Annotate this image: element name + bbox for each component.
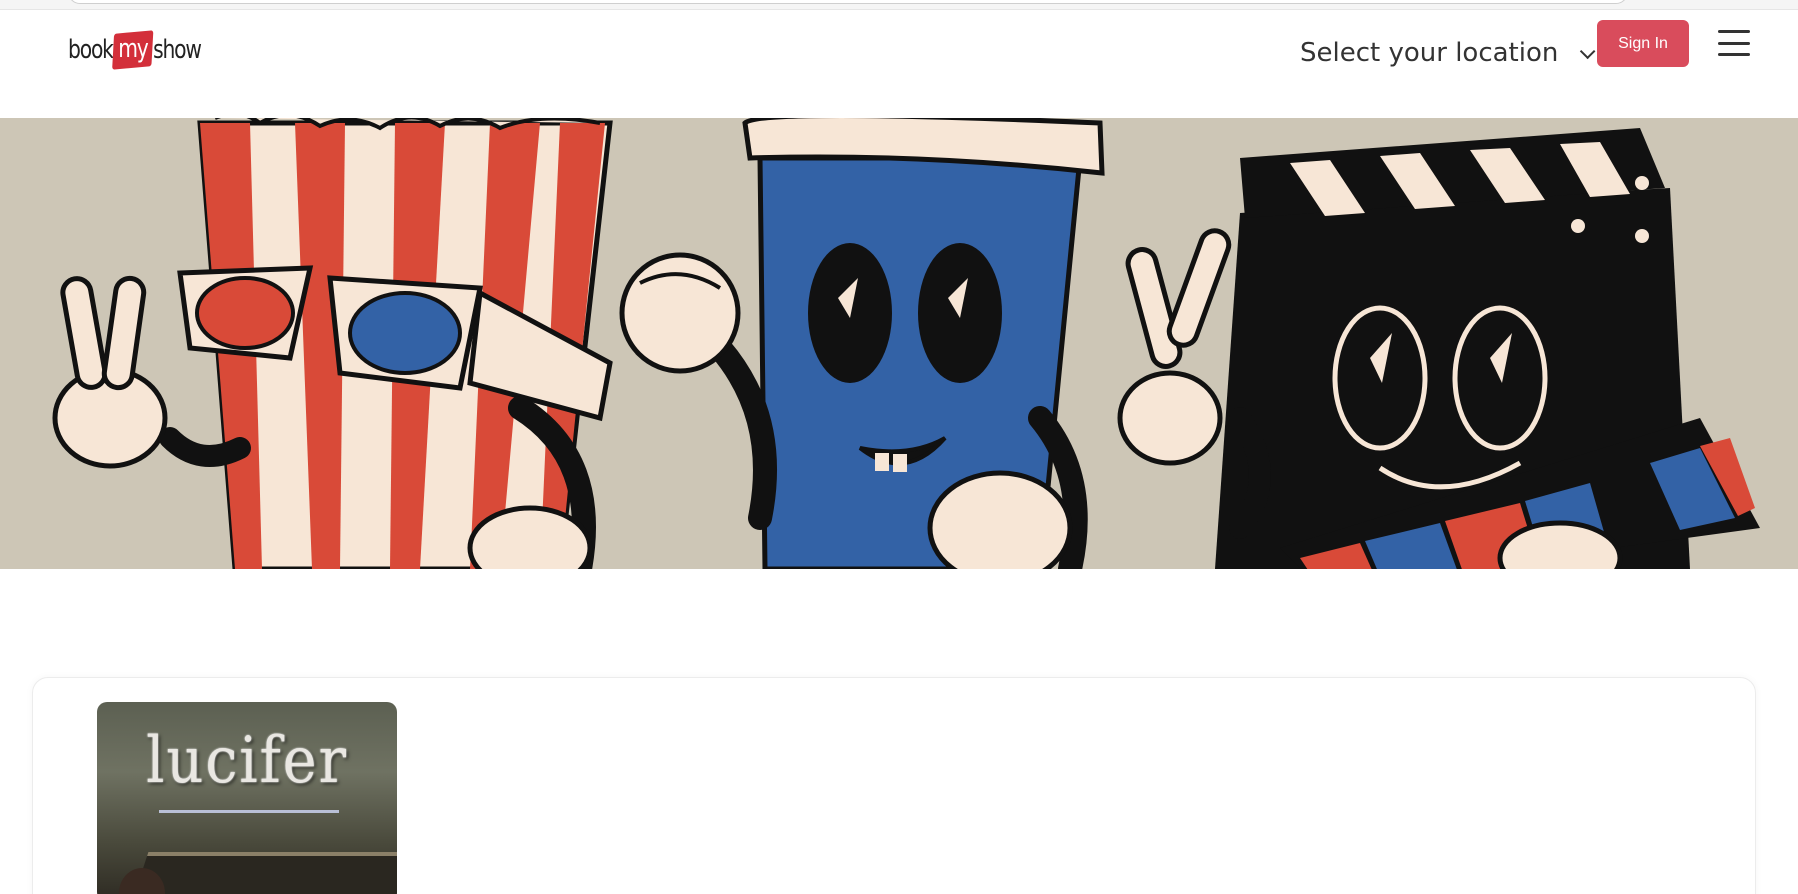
poster-title: lucifer: [146, 724, 348, 798]
poster-title-underline: [159, 810, 339, 813]
browser-top-strip: [0, 0, 1798, 10]
logo-text-book: book: [68, 35, 114, 65]
logo-text-my: my: [114, 32, 153, 68]
clapperboard-mascot: [1117, 128, 1760, 569]
cinema-mascots-illustration: [52, 118, 1760, 569]
popcorn-bucket-mascot: [52, 118, 613, 569]
sign-in-button[interactable]: Sign In: [1597, 20, 1689, 67]
location-label: Select your location: [1300, 38, 1559, 68]
site-header: book my show Select your location Sign I…: [0, 10, 1798, 118]
logo-text-show: show: [153, 35, 202, 65]
search-bar-edge[interactable]: [68, 0, 1628, 4]
soda-cup-mascot: [619, 118, 1105, 569]
poster-vehicle-image: [125, 852, 397, 894]
location-selector[interactable]: Select your location: [1300, 28, 1596, 78]
menu-icon[interactable]: [1718, 30, 1750, 56]
movie-poster[interactable]: lucifer: [97, 702, 397, 894]
hero-banner: [0, 118, 1798, 569]
chevron-down-icon: [1580, 43, 1596, 59]
brand-logo[interactable]: book my show: [68, 28, 202, 72]
